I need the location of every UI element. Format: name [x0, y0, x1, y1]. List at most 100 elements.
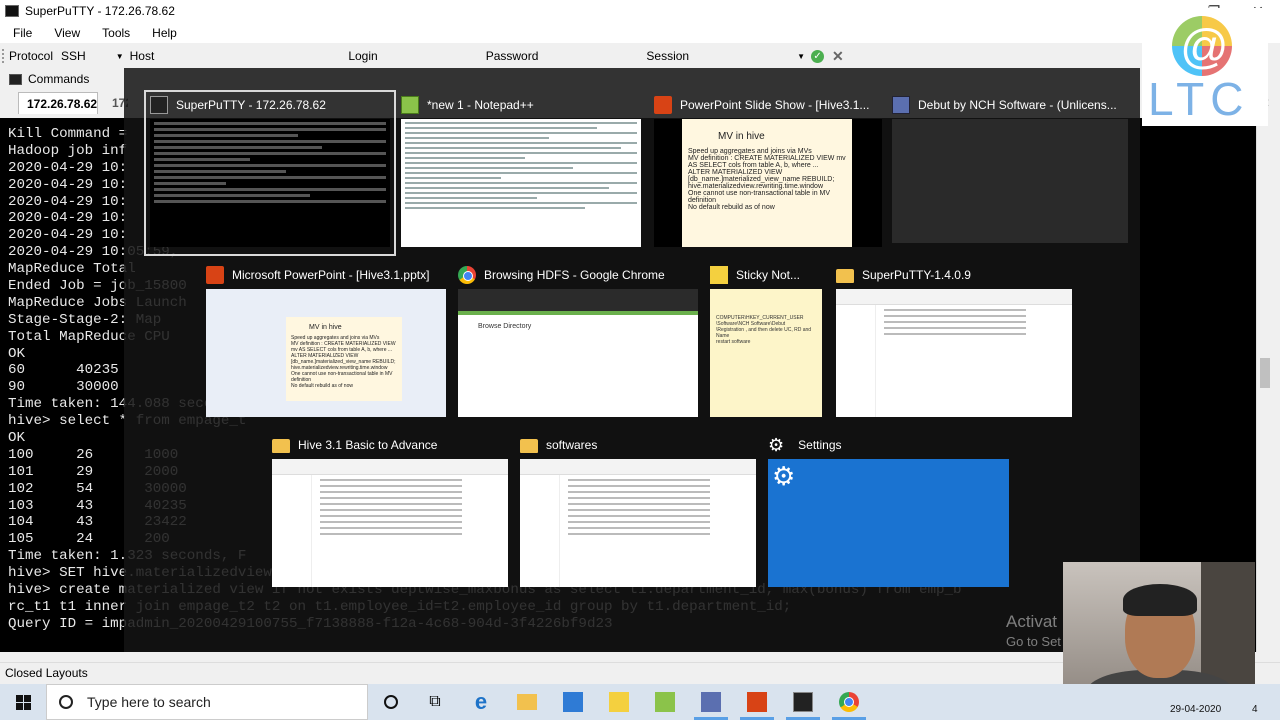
window-thumbnail — [272, 459, 508, 587]
slide-bullet: Speed up aggregates and joins via MVs — [688, 148, 812, 155]
terminal-icon — [793, 692, 813, 712]
switcher-item-sticky-notes[interactable]: Sticky Not... COMPUTER\HKEY_CURRENT_USER… — [710, 262, 826, 424]
terminal-scrollbar[interactable] — [1256, 118, 1273, 652]
scrollbar-thumb[interactable] — [1260, 358, 1270, 388]
slide-bullet: hive.materializedview.rewriting.time.win… — [688, 183, 823, 190]
commands-label[interactable]: Commands — [28, 72, 89, 86]
switcher-item-settings[interactable]: ⚙ Settings ⚙ — [768, 432, 1010, 594]
cortana-button[interactable] — [368, 684, 414, 720]
window-title: SuperPuTTY - 172.26.78.62 — [25, 4, 175, 18]
tab-session-1[interactable]: 172.26.78.62 — [18, 92, 98, 114]
slide-heading: MV in hive — [309, 324, 342, 331]
task-view-button[interactable]: ⧉ — [412, 684, 458, 720]
switcher-item-softwares-folder[interactable]: softwares — [520, 432, 758, 594]
sticky-notes-icon — [710, 266, 728, 284]
taskbar-edge[interactable]: e — [458, 684, 504, 720]
task-switcher: SuperPuTTY - 172.26.78.62 *new 1 - Notep… — [124, 68, 1140, 652]
gear-icon: ⚙ — [768, 435, 785, 455]
clear-icon[interactable]: ✕ — [832, 48, 844, 65]
taskbar-store[interactable] — [550, 684, 596, 720]
window-thumbnail: ⚙ — [768, 459, 1009, 587]
taskbar-notepad-plus[interactable] — [642, 684, 688, 720]
switcher-item-notepad[interactable]: *new 1 - Notepad++ — [401, 92, 643, 254]
taskbar-debut[interactable] — [688, 684, 734, 720]
browse-heading: Browse Directory — [478, 323, 532, 330]
folder-icon — [517, 694, 537, 710]
terminal-icon — [5, 5, 19, 17]
slide-bullet: MV definition : CREATE MATERIALIZED VIEW… — [688, 155, 846, 169]
sticky-text-line: \Registration , and then delete UC, RD a… — [716, 327, 812, 333]
taskbar-superputty[interactable] — [780, 684, 826, 720]
folder-icon — [520, 439, 538, 453]
switcher-item-slideshow[interactable]: PowerPoint Slide Show - [Hive3.1... MV i… — [654, 92, 886, 254]
switcher-item-title: SuperPuTTY-1.4.0.9 — [862, 268, 971, 282]
switcher-item-chrome[interactable]: Browsing HDFS - Google Chrome Browse Dir… — [458, 262, 700, 424]
slide-page: MV in hive Speed up aggregates and joins… — [286, 317, 402, 401]
switcher-item-title: Debut by NCH Software - (Unlicens... — [918, 98, 1117, 112]
switcher-item-title: *new 1 - Notepad++ — [427, 98, 534, 112]
connect-check-icon[interactable]: ✓ — [811, 49, 825, 63]
logo-text: LTC — [1148, 73, 1250, 125]
logo-at-symbol: @ — [1180, 21, 1229, 74]
task-view-icon: ⧉ — [429, 693, 441, 710]
switcher-item-powerpoint[interactable]: Microsoft PowerPoint - [Hive3.1.pptx] MV… — [206, 262, 448, 424]
start-button[interactable] — [0, 684, 46, 720]
switcher-item-superputty[interactable]: SuperPuTTY - 172.26.78.62 — [144, 90, 396, 256]
notepad-plus-icon — [401, 96, 419, 114]
switcher-item-title: Hive 3.1 Basic to Advance — [298, 438, 438, 452]
window-thumbnail — [892, 119, 1128, 243]
sticky-text-line: restart software — [716, 339, 751, 345]
window-thumbnail: COMPUTER\HKEY_CURRENT_USER \Software\NCH… — [710, 289, 822, 417]
notepad-plus-icon — [655, 692, 675, 712]
menu-bar: File View Tools Help — [0, 22, 1280, 43]
powerpoint-icon — [654, 96, 672, 114]
switcher-item-title: softwares — [546, 438, 598, 452]
circle-icon — [384, 695, 398, 709]
title-bar: SuperPuTTY - 172.26.78.62 — ❐ ✕ — [0, 0, 1280, 22]
chevron-down-icon[interactable]: ▼ — [797, 52, 805, 61]
protocol-select[interactable]: SSH — [61, 49, 86, 63]
folder-icon — [836, 269, 854, 283]
session-label: Session — [646, 49, 690, 63]
chevron-down-icon[interactable]: ▼ — [116, 52, 124, 61]
slide-bullet: One cannot use non-transactional table i… — [688, 190, 831, 204]
switcher-item-title: Settings — [798, 438, 842, 452]
slide-bullet: ALTER MATERIALIZED VIEW [db_name.]materi… — [291, 353, 396, 365]
gear-icon: ⚙ — [772, 461, 796, 491]
store-icon — [563, 692, 583, 712]
taskbar-sticky-notes[interactable] — [596, 684, 642, 720]
slide-bullet: No default rebuild as of now — [688, 204, 775, 211]
switcher-item-title: PowerPoint Slide Show - [Hive3.1... — [680, 98, 870, 112]
window-thumbnail — [520, 459, 756, 587]
taskbar: Type here to search ⧉ e 29-04-2020 4 — [0, 684, 1280, 720]
slide-bullet: ALTER MATERIALIZED VIEW [db_name.]materi… — [688, 169, 835, 183]
toolbar-grip[interactable] — [2, 49, 5, 63]
taskbar-powerpoint[interactable] — [734, 684, 780, 720]
switcher-item-hive-folder[interactable]: Hive 3.1 Basic to Advance — [272, 432, 510, 594]
taskbar-explorer[interactable] — [504, 684, 550, 720]
window-thumbnail: MV in hive Speed up aggregates and joins… — [206, 289, 446, 417]
taskbar-search[interactable]: Type here to search — [46, 684, 368, 720]
switcher-item-title: Sticky Not... — [736, 268, 801, 282]
notification-count[interactable]: 4 — [1252, 704, 1258, 715]
commands-icon — [9, 73, 22, 85]
watermark-line-2: Go to Set — [1006, 634, 1061, 649]
switcher-item-title: SuperPuTTY - 172.26.78.62 — [176, 98, 326, 112]
slide-bullet: MV definition : CREATE MATERIALIZED VIEW… — [291, 341, 396, 353]
debut-icon — [892, 96, 910, 114]
menu-view[interactable]: View — [41, 26, 89, 40]
taskbar-date: 29-04-2020 — [1170, 704, 1222, 715]
slide-heading: MV in hive — [718, 131, 765, 142]
window-thumbnail — [401, 119, 641, 247]
host-label: Host — [129, 49, 155, 63]
menu-tools[interactable]: Tools — [89, 26, 139, 40]
switcher-item-title: Browsing HDFS - Google Chrome — [484, 268, 665, 282]
protocol-label: Protocol — [9, 49, 54, 63]
switcher-item-debut[interactable]: Debut by NCH Software - (Unlicens... — [892, 92, 1132, 254]
menu-file[interactable]: File — [0, 26, 41, 40]
window-thumbnail: Browse Directory — [458, 289, 698, 417]
taskbar-chrome[interactable] — [826, 684, 872, 720]
edge-icon: e — [474, 689, 488, 714]
switcher-item-superputty-folder[interactable]: SuperPuTTY-1.4.0.9 — [836, 262, 1074, 424]
menu-help[interactable]: Help — [139, 26, 186, 40]
